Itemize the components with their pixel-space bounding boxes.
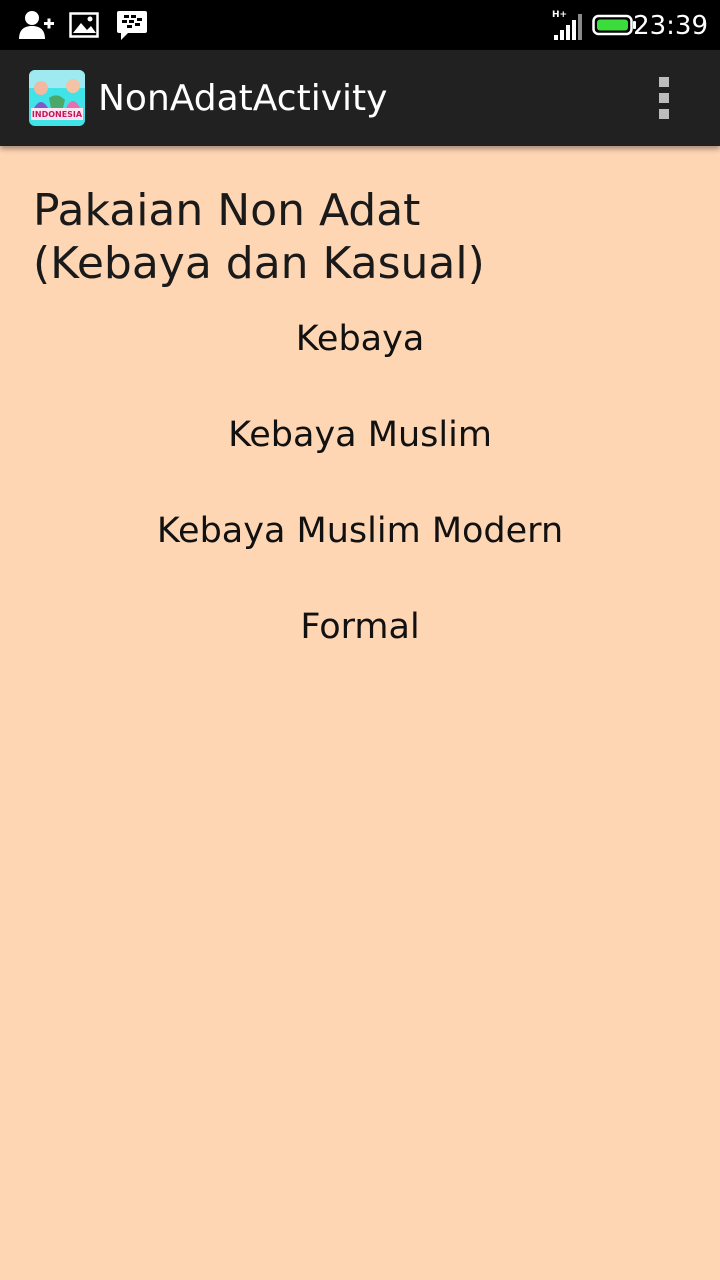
page-heading-line-1: Pakaian Non Adat	[33, 185, 421, 236]
app-title: NonAdatActivity	[98, 78, 388, 119]
category-list: Kebaya Kebaya Muslim Kebaya Muslim Moder…	[0, 312, 720, 696]
page-heading: Pakaian Non Adat (Kebaya dan Kasual)	[33, 184, 693, 290]
category-item-kebaya-muslim[interactable]: Kebaya Muslim	[0, 408, 720, 504]
page-heading-line-2: (Kebaya dan Kasual)	[33, 238, 485, 289]
bbm-icon	[116, 0, 148, 50]
status-clock: 23:39	[633, 11, 708, 41]
battery-icon	[592, 0, 636, 50]
signal-icon: H+	[550, 0, 584, 50]
overflow-dot	[659, 93, 669, 103]
app-logo-icon[interactable]: INDONESIA	[29, 70, 85, 126]
category-item-kebaya-muslim-modern[interactable]: Kebaya Muslim Modern	[0, 504, 720, 600]
overflow-dot	[659, 109, 669, 119]
category-item-formal[interactable]: Formal	[0, 600, 720, 696]
overflow-dot	[659, 77, 669, 87]
category-item-kebaya[interactable]: Kebaya	[0, 312, 720, 408]
action-bar: INDONESIA NonAdatActivity	[0, 50, 720, 146]
image-icon	[69, 0, 99, 50]
app-logo-text: INDONESIA	[32, 110, 83, 119]
network-type-label: H+	[552, 10, 567, 20]
add-contact-icon	[18, 0, 54, 50]
status-bar: H+ 23:39	[0, 0, 720, 50]
overflow-menu-icon[interactable]	[648, 74, 680, 122]
